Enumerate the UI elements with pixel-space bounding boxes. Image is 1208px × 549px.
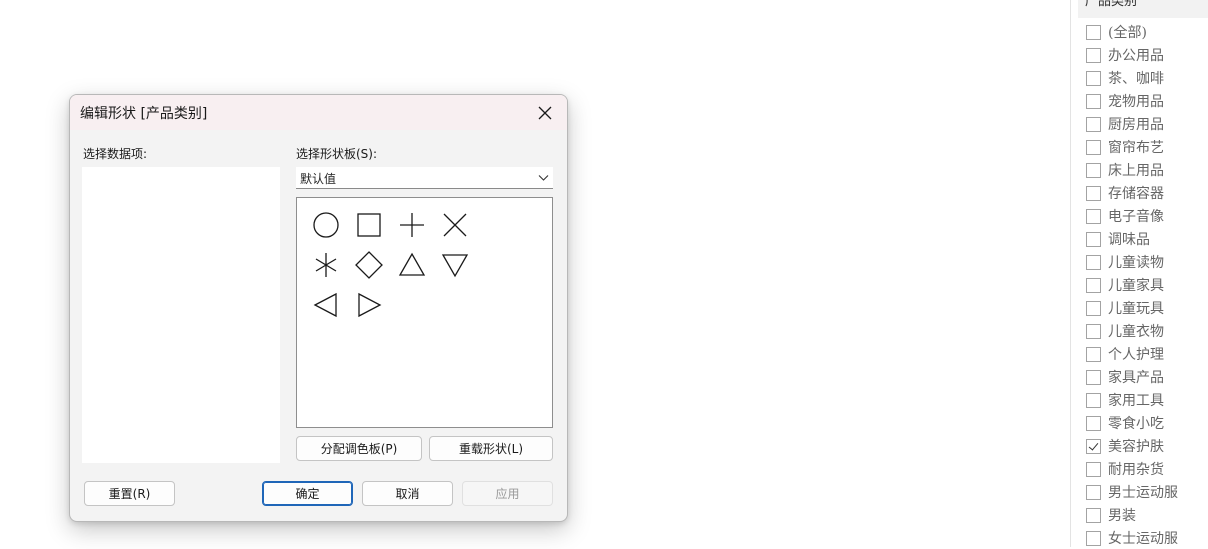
filter-checkbox[interactable] xyxy=(1086,392,1101,408)
filter-item-label: 窗帘布艺 xyxy=(1108,140,1164,156)
filter-checkbox[interactable] xyxy=(1086,300,1101,316)
filter-checkbox[interactable] xyxy=(1086,323,1101,339)
filter-item[interactable]: 女士运动服 xyxy=(1086,527,1178,549)
filter-item-label: 办公用品 xyxy=(1108,48,1164,64)
filter-item[interactable]: 儿童家具 xyxy=(1086,274,1164,296)
cancel-button[interactable]: 取消 xyxy=(362,481,453,506)
filter-item[interactable]: 调味品 xyxy=(1086,228,1150,250)
filter-item-label: 男士运动服 xyxy=(1108,485,1178,501)
filter-item[interactable]: 电子音像 xyxy=(1086,205,1164,227)
filter-item-label: 电子音像 xyxy=(1108,209,1164,225)
filter-checkbox[interactable] xyxy=(1086,369,1101,385)
filter-item-label: 女士运动服 xyxy=(1108,531,1178,547)
filter-item-label: 耐用杂货 xyxy=(1108,462,1164,478)
filter-checkbox[interactable] xyxy=(1086,162,1101,178)
filter-checkbox[interactable] xyxy=(1086,346,1101,362)
filter-item[interactable]: 家具产品 xyxy=(1086,366,1164,388)
filter-item[interactable]: 厨房用品 xyxy=(1086,113,1164,135)
filter-item[interactable]: 耐用杂货 xyxy=(1086,458,1164,480)
filter-checkbox[interactable] xyxy=(1086,231,1101,247)
triangle-right-icon[interactable] xyxy=(354,290,384,320)
filter-checkbox[interactable] xyxy=(1086,461,1101,477)
close-icon xyxy=(538,106,552,119)
filter-checkbox[interactable] xyxy=(1086,415,1101,431)
filter-item[interactable]: 个人护理 xyxy=(1086,343,1164,365)
filter-item-label: 床上用品 xyxy=(1108,163,1164,179)
filter-item[interactable]: 窗帘布艺 xyxy=(1086,136,1164,158)
chevron-down-icon xyxy=(538,175,549,181)
filter-item-label: (全部) xyxy=(1108,25,1147,41)
triangle-left-icon[interactable] xyxy=(311,290,341,320)
circle-icon[interactable] xyxy=(311,210,341,240)
dialog-title: 编辑形状 [产品类别] xyxy=(80,106,208,122)
filter-item-label: 宠物用品 xyxy=(1108,94,1164,110)
filter-item[interactable]: 男士运动服 xyxy=(1086,481,1178,503)
filter-item[interactable]: 儿童玩具 xyxy=(1086,297,1164,319)
filter-item[interactable]: 办公用品 xyxy=(1086,44,1164,66)
asterisk-icon[interactable] xyxy=(311,250,341,280)
filter-checkbox[interactable] xyxy=(1086,24,1101,40)
filter-checkbox[interactable] xyxy=(1086,277,1101,293)
filter-checkbox[interactable] xyxy=(1086,70,1101,86)
apply-button[interactable]: 应用 xyxy=(462,481,553,506)
filter-item-label: 家具产品 xyxy=(1108,370,1164,386)
filter-item-label: 儿童玩具 xyxy=(1108,301,1164,317)
filter-item-label: 调味品 xyxy=(1108,232,1150,248)
palette-select[interactable]: 默认值 xyxy=(296,167,553,189)
filter-item-label: 儿童读物 xyxy=(1108,255,1164,271)
plus-icon[interactable] xyxy=(397,210,427,240)
filter-item-label: 个人护理 xyxy=(1108,347,1164,363)
filter-item[interactable]: 儿童衣物 xyxy=(1086,320,1164,342)
cross-icon[interactable] xyxy=(440,210,470,240)
filter-item[interactable]: 宠物用品 xyxy=(1086,90,1164,112)
filter-header: 产品类别 xyxy=(1078,0,1208,18)
filter-item-label: 男装 xyxy=(1108,508,1136,524)
square-icon[interactable] xyxy=(354,210,384,240)
filter-item[interactable]: 美容护肤 xyxy=(1086,435,1164,457)
filter-item[interactable]: 零食小吃 xyxy=(1086,412,1164,434)
triangle-up-icon[interactable] xyxy=(397,250,427,280)
palette-select-value: 默认值 xyxy=(300,172,337,186)
data-items-list[interactable] xyxy=(82,167,280,463)
diamond-icon[interactable] xyxy=(354,250,384,280)
reload-shapes-button[interactable]: 重载形状(L) xyxy=(429,436,553,461)
filter-checkbox[interactable] xyxy=(1086,208,1101,224)
filter-item-label: 儿童家具 xyxy=(1108,278,1164,294)
dialog-titlebar[interactable]: 编辑形状 [产品类别] xyxy=(70,95,567,130)
assign-palette-button[interactable]: 分配调色板(P) xyxy=(296,436,422,461)
filter-item-label: 零食小吃 xyxy=(1108,416,1164,432)
filter-checkbox[interactable] xyxy=(1086,530,1101,546)
filter-item-label: 茶、咖啡 xyxy=(1108,71,1164,87)
filter-panel: 产品类别 (全部) 办公用品茶、咖啡宠物用品厨房用品窗帘布艺床上用品存储容器电子音… xyxy=(1070,0,1208,547)
data-items-label: 选择数据项: xyxy=(83,147,148,161)
triangle-down-icon[interactable] xyxy=(440,250,470,280)
filter-item-label: 厨房用品 xyxy=(1108,117,1164,133)
filter-checkbox[interactable] xyxy=(1086,139,1101,155)
filter-checkbox[interactable] xyxy=(1086,116,1101,132)
filter-item-label: 家用工具 xyxy=(1108,393,1164,409)
filter-checkbox[interactable] xyxy=(1086,254,1101,270)
filter-checkbox[interactable] xyxy=(1086,47,1101,63)
filter-item-label: 存储容器 xyxy=(1108,186,1164,202)
close-button[interactable] xyxy=(523,95,567,130)
filter-checkbox[interactable] xyxy=(1086,185,1101,201)
edit-shape-dialog: 编辑形状 [产品类别] 选择数据项: 选择形状板(S): 默认值 分配调色板(P… xyxy=(69,94,568,522)
palette-label: 选择形状板(S): xyxy=(296,147,378,161)
filter-checkbox[interactable] xyxy=(1086,93,1101,109)
filter-checkbox[interactable] xyxy=(1086,438,1101,454)
filter-item[interactable]: 存储容器 xyxy=(1086,182,1164,204)
ok-button[interactable]: 确定 xyxy=(262,481,353,506)
shape-palette-box xyxy=(296,197,553,428)
filter-item[interactable]: 儿童读物 xyxy=(1086,251,1164,273)
filter-checkbox[interactable] xyxy=(1086,507,1101,523)
filter-item[interactable]: 床上用品 xyxy=(1086,159,1164,181)
filter-item[interactable]: 家用工具 xyxy=(1086,389,1164,411)
filter-item[interactable]: 男装 xyxy=(1086,504,1136,526)
reset-button[interactable]: 重置(R) xyxy=(84,481,175,506)
filter-item[interactable]: 茶、咖啡 xyxy=(1086,67,1164,89)
filter-item-label: 美容护肤 xyxy=(1108,439,1164,455)
filter-checkbox[interactable] xyxy=(1086,484,1101,500)
filter-item[interactable]: (全部) xyxy=(1086,21,1147,43)
filter-item-label: 儿童衣物 xyxy=(1108,324,1164,340)
